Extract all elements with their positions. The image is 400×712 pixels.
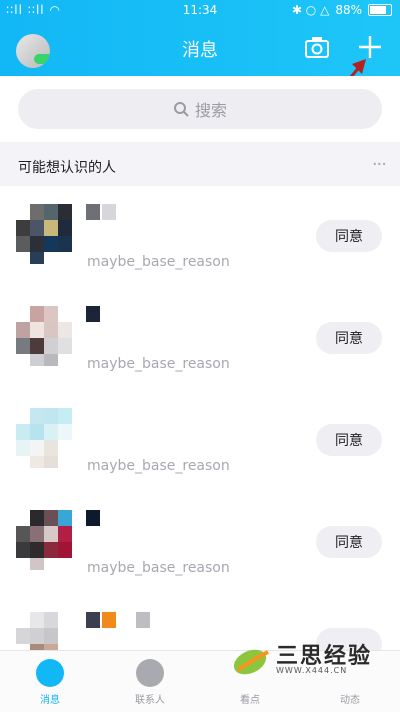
list-item[interactable]: maybe_base_reason 同意 [0, 492, 400, 594]
section-header: 可能想认识的人 ··· [0, 142, 400, 186]
section-title: 可能想认识的人 [18, 160, 116, 176]
agree-button[interactable]: 同意 [316, 424, 382, 456]
app-header: ∶∶ll ∶∶ll ◠ 11:34 ✱ ○ △ 88% 消息 [0, 0, 400, 76]
watermark: 三思经验 WWW.X444.CN [230, 634, 380, 684]
watermark-url: WWW.X444.CN [276, 666, 348, 675]
list-item[interactable]: maybe_base_reason 同意 [0, 288, 400, 390]
agree-button[interactable]: 同意 [316, 526, 382, 558]
tab-messages[interactable]: 消息 [0, 651, 100, 712]
list-item[interactable]: maybe_base_reason 同意 [0, 186, 400, 288]
status-right: ✱ ○ △ 88% [292, 3, 392, 17]
search-icon [173, 102, 189, 117]
avatar [16, 408, 72, 468]
page-title: 消息 [182, 40, 218, 61]
recommend-reason: maybe_base_reason [87, 356, 230, 372]
tab-label: 联系人 [135, 695, 165, 706]
avatar [16, 510, 72, 570]
camera-icon[interactable] [304, 34, 330, 60]
contact-name [86, 510, 126, 528]
more-options-button[interactable]: ··· [372, 154, 387, 175]
contact-name [86, 204, 126, 222]
agree-button[interactable]: 同意 [316, 220, 382, 252]
tab-label: 消息 [40, 695, 60, 706]
search-placeholder: 搜索 [194, 101, 227, 120]
contact-name [86, 612, 150, 630]
recommend-reason: maybe_base_reason [87, 458, 230, 474]
avatar [16, 612, 72, 650]
tab-label: 动态 [340, 695, 360, 706]
leaf-logo-icon [233, 649, 269, 675]
tab-label: 看点 [240, 695, 260, 706]
agree-button[interactable]: 同意 [316, 322, 382, 354]
avatar [16, 204, 72, 264]
recommend-reason: maybe_base_reason [87, 560, 230, 576]
recommend-reason: maybe_base_reason [87, 254, 230, 270]
avatar [16, 306, 72, 366]
search-input[interactable]: 搜索 [18, 89, 382, 129]
list-item[interactable]: maybe_base_reason 同意 [0, 390, 400, 492]
status-icons: ✱ ○ △ [291, 3, 330, 17]
contact-name [86, 306, 126, 324]
battery-percent: 88% [335, 3, 362, 17]
people-list: maybe_base_reason 同意 maybe_base_reason 同… [0, 186, 400, 650]
person-icon [136, 659, 164, 687]
status-bar: ∶∶ll ∶∶ll ◠ 11:34 ✱ ○ △ 88% [0, 0, 400, 22]
battery-icon [368, 4, 392, 16]
message-bubble-icon [36, 659, 64, 687]
search-area: 搜索 [0, 76, 400, 142]
tab-contacts[interactable]: 联系人 [100, 651, 200, 712]
title-row: 消息 [0, 22, 400, 76]
plus-icon[interactable] [356, 33, 384, 61]
